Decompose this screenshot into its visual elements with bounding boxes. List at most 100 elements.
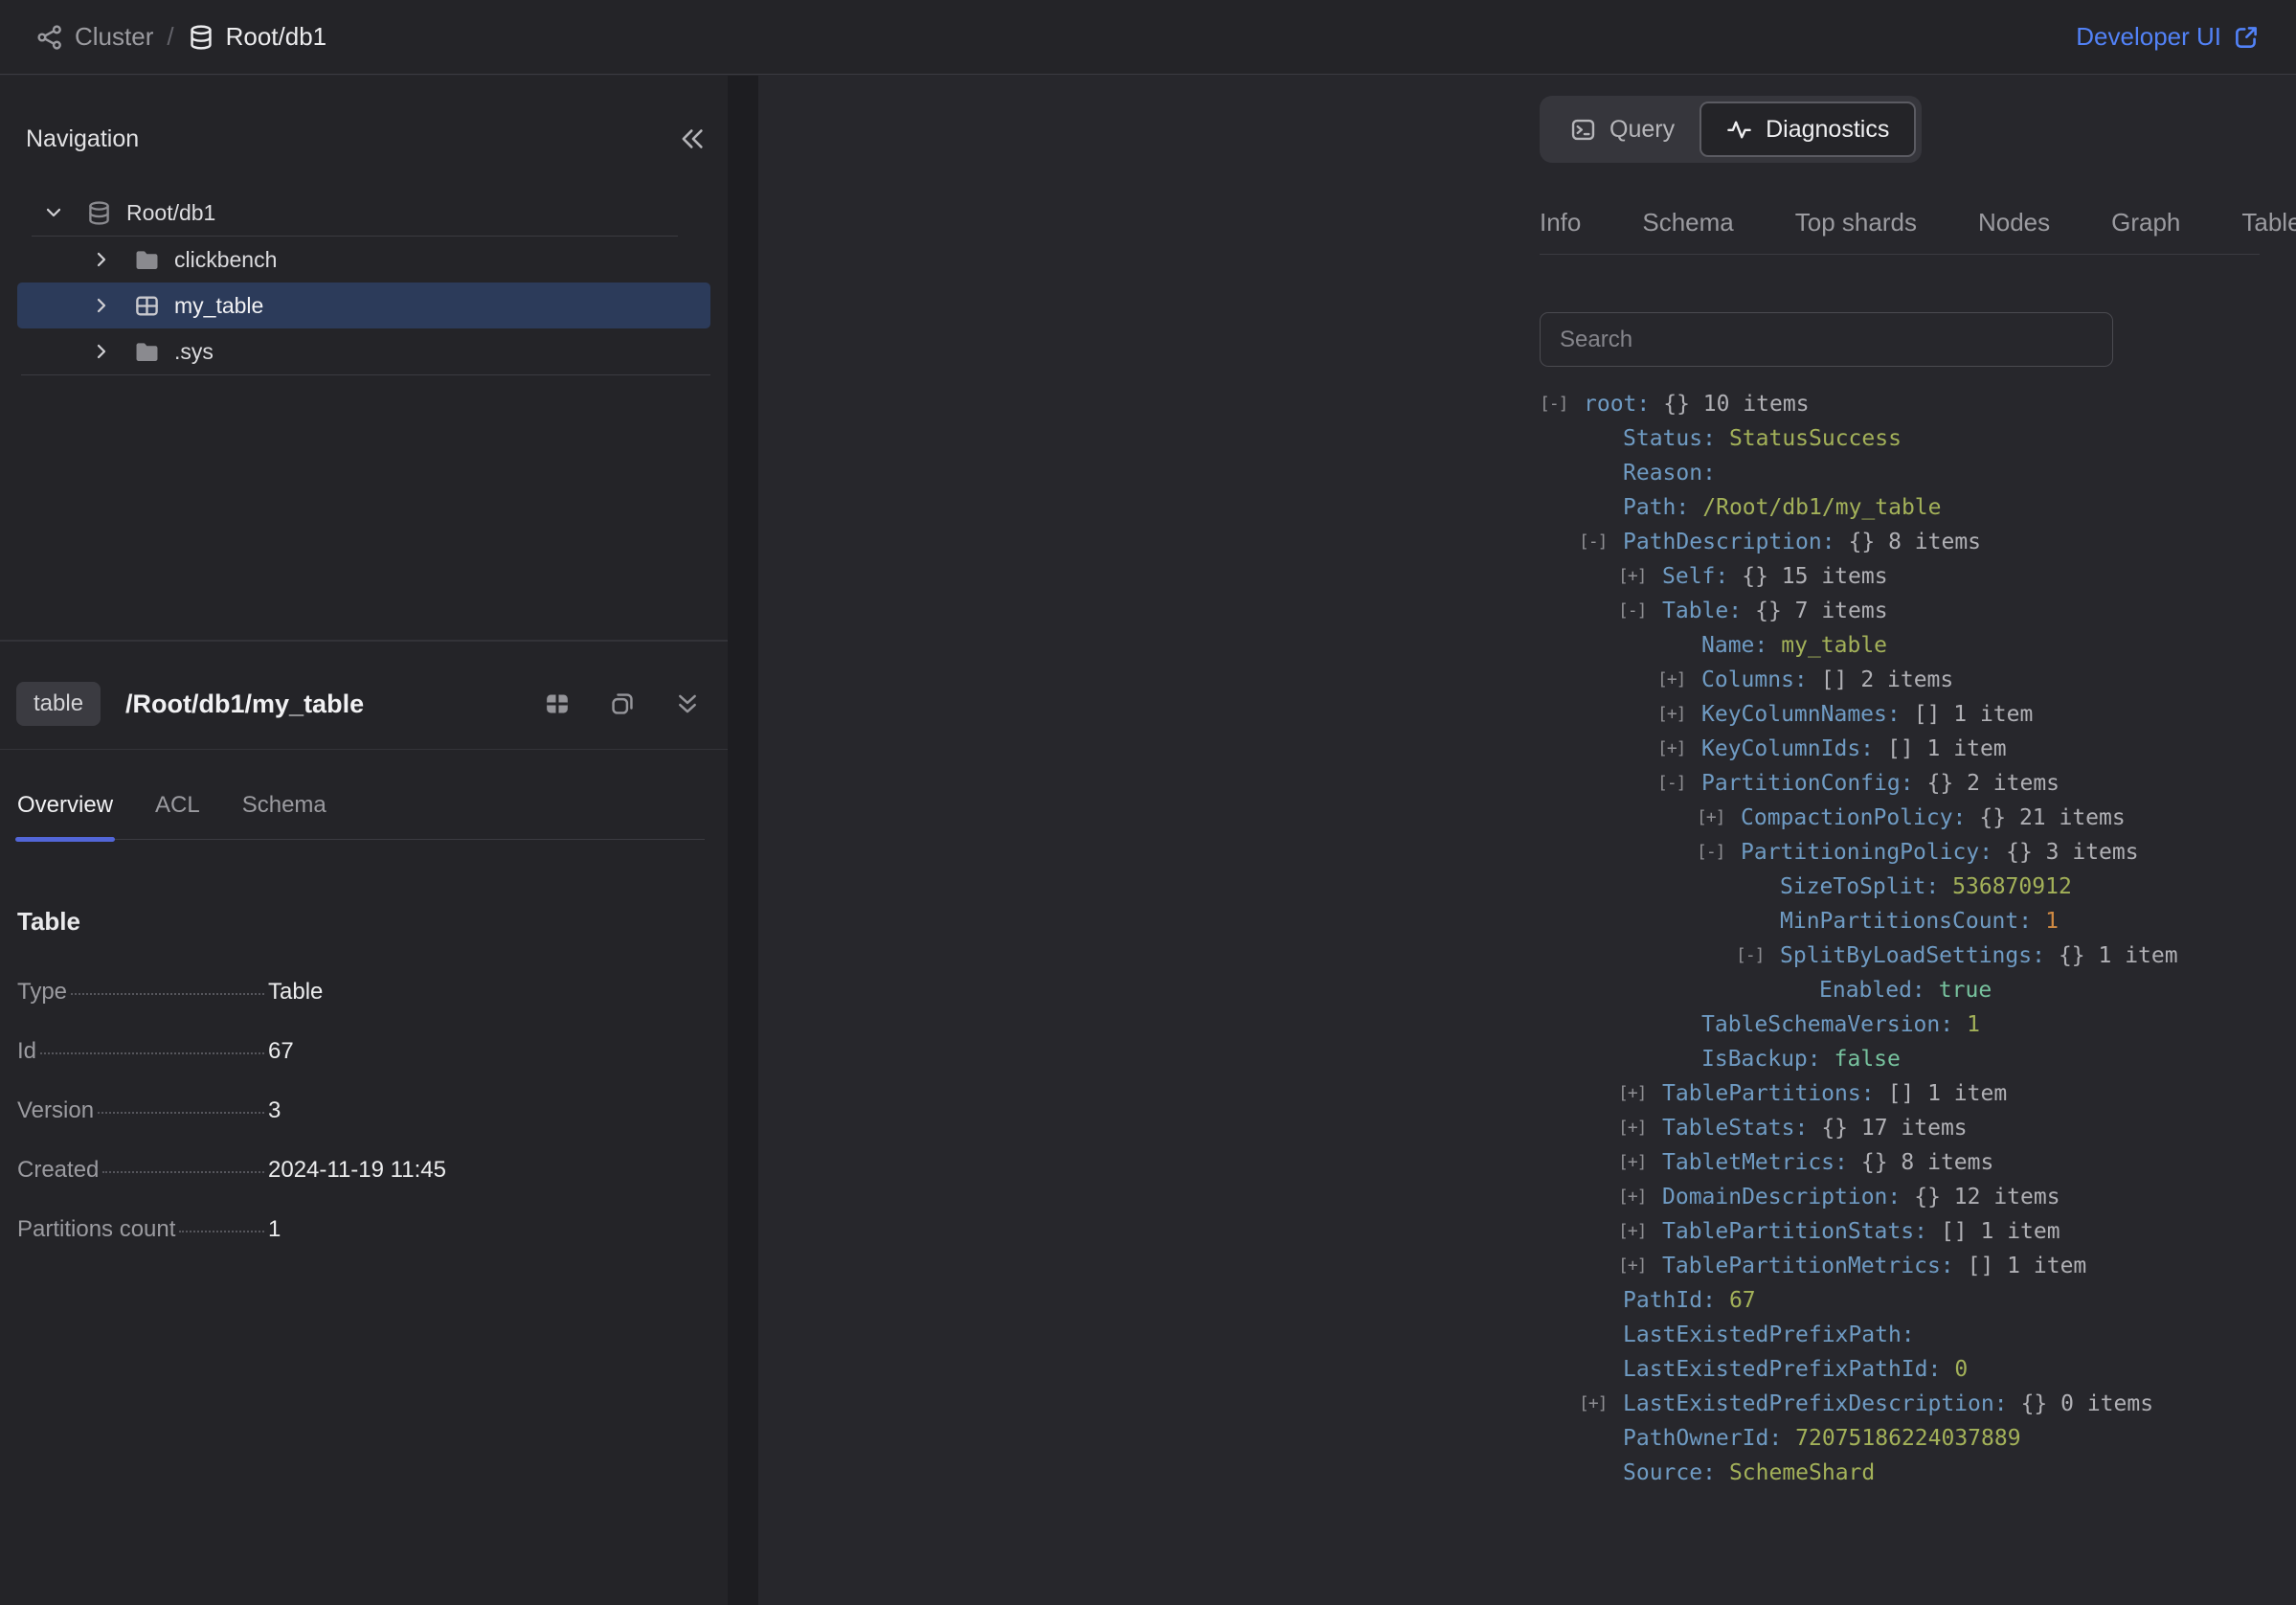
expand-summary-icon[interactable]: [674, 690, 701, 717]
expander-toggle[interactable]: [+]: [1657, 732, 1701, 766]
describe-line-domaindescription: [+]DomainDescription:{} 12 items: [1540, 1180, 2277, 1214]
database-icon: [188, 24, 214, 51]
object-type-badge: table: [16, 682, 101, 726]
expander-toggle[interactable]: [+]: [1618, 1111, 1662, 1145]
tree-item--sys[interactable]: .sys: [0, 328, 728, 374]
tab-overview[interactable]: Overview: [17, 771, 113, 839]
collapse-panel-icon[interactable]: [678, 124, 707, 153]
json-key: Name:: [1701, 628, 1767, 663]
mode-query[interactable]: Query: [1545, 102, 1699, 157]
info-label-box: Partitions count: [17, 1216, 268, 1243]
dotted-leader: [98, 1112, 264, 1114]
copy-path-icon[interactable]: [609, 690, 636, 717]
describe-line-root: [-]root:{} 10 items: [1540, 387, 2277, 421]
json-meta: {} 15 items: [1742, 559, 1887, 594]
expander-toggle[interactable]: [+]: [1657, 697, 1701, 732]
json-value: false: [1835, 1042, 1901, 1076]
tree-item-root-db1[interactable]: Root/db1: [0, 190, 728, 236]
expander-toggle[interactable]: [-]: [1540, 387, 1584, 421]
navigation-panel: Navigation Root/db1clickbenchmy_table.sy…: [0, 76, 728, 1605]
developer-ui-link[interactable]: Developer UI: [2076, 22, 2260, 52]
divider: [0, 749, 728, 750]
top-bar: Cluster / Root/db1 Developer UI: [0, 0, 2296, 75]
tab-top-shards[interactable]: Top shards: [1795, 192, 1917, 254]
info-row-version: Version3: [17, 1081, 707, 1141]
json-key: TabletMetrics:: [1662, 1145, 1848, 1180]
info-label: Type: [17, 979, 67, 1006]
tab-graph[interactable]: Graph: [2111, 192, 2180, 254]
info-label-box: Type: [17, 979, 268, 1006]
chevron-right-icon[interactable]: [92, 296, 111, 315]
describe-line-path: Path:/Root/db1/my_table: [1540, 490, 2277, 525]
info-label-box: Version: [17, 1097, 268, 1124]
navigation-title: Navigation: [26, 125, 139, 153]
json-key: PathOwnerId:: [1623, 1421, 1782, 1456]
json-value: 1: [1967, 1007, 1980, 1042]
expander-toggle[interactable]: [+]: [1618, 1076, 1662, 1111]
terminal-icon: [1570, 117, 1596, 143]
panel-splitter[interactable]: [0, 640, 728, 642]
json-key: IsBackup:: [1701, 1042, 1821, 1076]
chevron-right-icon[interactable]: [92, 250, 111, 269]
json-value: StatusSuccess: [1729, 421, 1902, 456]
table-preview-icon[interactable]: [544, 690, 571, 717]
describe-line-name: Name: my_table: [1540, 628, 2277, 663]
search-input[interactable]: [1540, 312, 2113, 367]
tab-tablets[interactable]: Tablets: [2241, 192, 2296, 254]
info-label-box: Id: [17, 1038, 268, 1065]
expander-toggle[interactable]: [-]: [1579, 525, 1623, 559]
expander-toggle[interactable]: [+]: [1657, 663, 1701, 697]
schema-tree: Root/db1clickbenchmy_table.sys: [0, 190, 728, 375]
describe-line-tablepartitions: [+]TablePartitions:[] 1 item: [1540, 1076, 2277, 1111]
json-meta: [] 1 item: [1941, 1214, 2060, 1249]
describe-line-tablepartitionstats: [+]TablePartitionStats:[] 1 item: [1540, 1214, 2277, 1249]
describe-line-minpartitionscount: MinPartitionsCount:1: [1540, 904, 2277, 938]
json-meta: [] 2 items: [1821, 663, 1953, 697]
json-meta: [] 1 item: [1914, 697, 2034, 732]
breadcrumb-cluster-link[interactable]: Cluster: [36, 22, 153, 52]
json-meta: [] 1 item: [1968, 1249, 2087, 1283]
main-content: QueryDiagnostics Info Schema Top shards Nod…: [758, 76, 2296, 1605]
tree-item-my-table[interactable]: my_table: [17, 283, 710, 328]
expander-toggle[interactable]: [-]: [1657, 766, 1701, 801]
dotted-leader: [102, 1171, 264, 1173]
expander-toggle[interactable]: [-]: [1736, 938, 1780, 973]
breadcrumb-current[interactable]: Root/db1: [188, 22, 327, 52]
info-label-box: Created: [17, 1157, 268, 1184]
tree-divider: [21, 374, 710, 375]
expander-toggle[interactable]: [+]: [1618, 559, 1662, 594]
tab-schema[interactable]: Schema: [242, 771, 326, 839]
info-value: Table: [268, 979, 323, 1006]
expander-toggle[interactable]: [-]: [1697, 835, 1741, 870]
json-meta: {} 21 items: [1979, 801, 2125, 835]
describe-line-status: Status:StatusSuccess: [1540, 421, 2277, 456]
tab-acl[interactable]: ACL: [155, 771, 200, 839]
tab-nodes[interactable]: Nodes: [1978, 192, 2050, 254]
chevron-down-icon[interactable]: [44, 203, 63, 222]
mode-diagnostics[interactable]: Diagnostics: [1699, 102, 1916, 157]
describe-line-sizetosplit: SizeToSplit:536870912: [1540, 870, 2277, 904]
expander-toggle[interactable]: [+]: [1579, 1387, 1623, 1421]
panel-resize-gutter[interactable]: [728, 76, 758, 1605]
describe-line-table: [-]Table:{} 7 items: [1540, 594, 2277, 628]
json-value: 1: [2045, 904, 2059, 938]
json-value: my_table: [1781, 628, 1887, 663]
tree-item-clickbench[interactable]: clickbench: [0, 237, 728, 283]
tab-info[interactable]: Info: [1540, 192, 1581, 254]
describe-line-splitbyloadsettings: [-]SplitByLoadSettings:{} 1 item: [1540, 938, 2277, 973]
info-label: Created: [17, 1157, 99, 1184]
expander-toggle[interactable]: [+]: [1618, 1145, 1662, 1180]
chevron-right-icon[interactable]: [92, 342, 111, 361]
expander-toggle[interactable]: [+]: [1697, 801, 1741, 835]
expander-toggle[interactable]: [+]: [1618, 1249, 1662, 1283]
diagnostics-tabs: InfoSchemaTop shardsNodesGraphTabletsHot…: [1540, 192, 2296, 254]
tab-schema[interactable]: Schema: [1642, 192, 1733, 254]
expander-toggle[interactable]: [+]: [1618, 1214, 1662, 1249]
object-summary-tabs: Overview ACL Schema: [17, 771, 705, 840]
expander-toggle[interactable]: [-]: [1618, 594, 1662, 628]
expander-toggle[interactable]: [+]: [1618, 1180, 1662, 1214]
describe-line-tablestats: [+]TableStats:{} 17 items: [1540, 1111, 2277, 1145]
json-key: LastExistedPrefixPath:: [1623, 1318, 1915, 1352]
json-meta: {} 7 items: [1755, 594, 1887, 628]
describe-line-reason: Reason:: [1540, 456, 2277, 490]
